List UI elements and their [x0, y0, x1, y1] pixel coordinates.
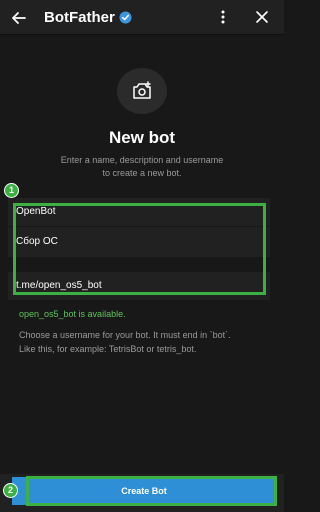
username-available-text: open_os5_bot is available.	[19, 309, 126, 319]
hint-line-2: Like this, for example: TetrisBot or tet…	[19, 344, 197, 354]
bot-description-value: Сбор ОС	[16, 236, 58, 247]
hint-line-1: Choose a username for your bot. It must …	[19, 330, 231, 340]
subtitle-line-1: Enter a name, description and username	[60, 155, 224, 165]
step-1-badge: 1	[4, 183, 19, 198]
verified-badge-icon	[119, 11, 132, 24]
page-subtitle: Enter a name, description and username t…	[30, 154, 254, 180]
create-bot-button[interactable]: Create Bot	[12, 477, 276, 505]
bot-username-value: t.me/open_os5_bot	[16, 280, 102, 291]
subtitle-line-2: to create a new bot.	[102, 168, 182, 178]
chat-title-wrap: BotFather	[44, 9, 132, 26]
username-hint: Choose a username for your bot. It must …	[19, 328, 269, 356]
bot-name-value: OpenBot	[16, 206, 56, 217]
header-bar: BotFather	[0, 0, 284, 35]
bot-description-field[interactable]: Сбор ОС	[8, 227, 270, 257]
bot-avatar-upload[interactable]	[117, 68, 167, 114]
close-icon[interactable]	[255, 10, 269, 24]
bot-name-field[interactable]: OpenBot	[8, 198, 270, 226]
more-vertical-icon[interactable]	[216, 9, 230, 25]
page-title: New bot	[108, 128, 176, 147]
arrow-left-icon[interactable]	[10, 9, 28, 27]
camera-add-icon	[133, 81, 151, 99]
step-2-badge: 2	[3, 483, 18, 498]
chat-title: BotFather	[44, 9, 115, 26]
bot-username-field[interactable]: t.me/open_os5_bot	[8, 272, 270, 300]
